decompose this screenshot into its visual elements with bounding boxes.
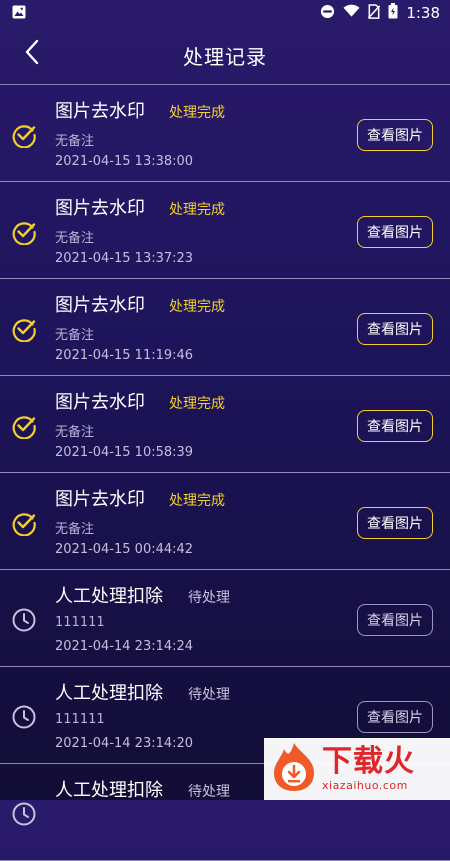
check-circle-icon: [11, 510, 37, 537]
record-time: 2021-04-14 23:14:20: [55, 736, 194, 751]
record-status: 处理完成: [169, 396, 225, 412]
record-note: 无备注: [55, 328, 95, 343]
do-not-disturb-icon: [320, 4, 335, 23]
view-image-button[interactable]: 查看图片: [357, 410, 433, 442]
record-note: 无备注: [55, 134, 95, 149]
record-row: 图片去水印 处理完成无备注 2021-04-15 11:19:46 查看图片: [0, 279, 450, 376]
record-name: 图片去水印: [55, 489, 145, 510]
watermark-logo: 下载火 xiazaihuo.com: [264, 738, 450, 800]
view-image-button[interactable]: 查看图片: [357, 313, 433, 345]
clock-icon: [11, 607, 37, 633]
view-image-button[interactable]: 查看图片: [357, 216, 433, 248]
record-status: 处理完成: [169, 202, 225, 218]
record-row: 图片去水印 处理完成无备注 2021-04-15 00:44:42 查看图片: [0, 473, 450, 570]
clock-icon: [11, 801, 37, 827]
top-app-bar: 处理记录: [0, 26, 450, 84]
record-time: 2021-04-15 13:37:23: [55, 251, 194, 266]
battery-icon: [388, 3, 398, 23]
watermark-domain: xiazaihuo.com: [322, 779, 408, 792]
fire-logo-icon: [270, 741, 318, 797]
record-name: 图片去水印: [55, 101, 145, 122]
record-status: 待处理: [188, 590, 230, 606]
record-status: 待处理: [188, 784, 230, 800]
no-sim-icon: [368, 3, 381, 23]
check-circle-icon: [11, 316, 37, 343]
record-time: 2021-04-15 11:19:46: [55, 348, 194, 363]
record-status: 待处理: [188, 687, 230, 703]
record-name: 人工处理扣除: [55, 586, 163, 607]
back-button[interactable]: [18, 39, 46, 69]
wifi-icon: [343, 4, 360, 22]
view-image-button[interactable]: 查看图片: [357, 701, 433, 733]
status-bar: 1:38: [0, 0, 450, 26]
record-name: 人工处理扣除: [55, 780, 163, 801]
view-image-button[interactable]: 查看图片: [357, 119, 433, 151]
check-circle-icon: [11, 219, 37, 246]
page-title: 处理记录: [183, 44, 267, 69]
record-row: 图片去水印 处理完成无备注 2021-04-15 13:37:23 查看图片: [0, 182, 450, 279]
record-name: 图片去水印: [55, 198, 145, 219]
record-status: 处理完成: [169, 105, 225, 121]
record-status: 处理完成: [169, 493, 225, 509]
record-time: 2021-04-14 23:14:24: [55, 639, 194, 654]
clock-time: 1:38: [406, 4, 440, 22]
record-row: 人工处理扣除 待处理 111111 2021-04-14 23:14:24 查看图片: [0, 570, 450, 667]
view-image-button[interactable]: 查看图片: [357, 507, 433, 539]
record-note: 无备注: [55, 231, 95, 246]
record-note: 无备注: [55, 522, 95, 537]
record-time: 2021-04-15 00:44:42: [55, 542, 194, 557]
check-circle-icon: [11, 122, 37, 149]
record-time: 2021-04-15 10:58:39: [55, 445, 194, 460]
record-name: 图片去水印: [55, 295, 145, 316]
view-image-button[interactable]: 查看图片: [357, 604, 433, 636]
clock-icon: [11, 704, 37, 730]
record-row: 图片去水印 处理完成无备注 2021-04-15 10:58:39 查看图片: [0, 376, 450, 473]
record-name: 图片去水印: [55, 392, 145, 413]
record-note: 111111: [55, 615, 105, 630]
gallery-notification-icon: [12, 4, 26, 23]
record-status: 处理完成: [169, 299, 225, 315]
record-time: 2021-04-15 13:38:00: [55, 154, 194, 169]
record-note: 111111: [55, 712, 105, 727]
chevron-left-icon: [24, 39, 40, 69]
record-note: 无备注: [55, 425, 95, 440]
record-name: 人工处理扣除: [55, 683, 163, 704]
check-circle-icon: [11, 413, 37, 440]
record-row: 图片去水印 处理完成无备注 2021-04-15 13:38:00 查看图片: [0, 85, 450, 182]
watermark-brand: 下载火: [322, 744, 415, 779]
